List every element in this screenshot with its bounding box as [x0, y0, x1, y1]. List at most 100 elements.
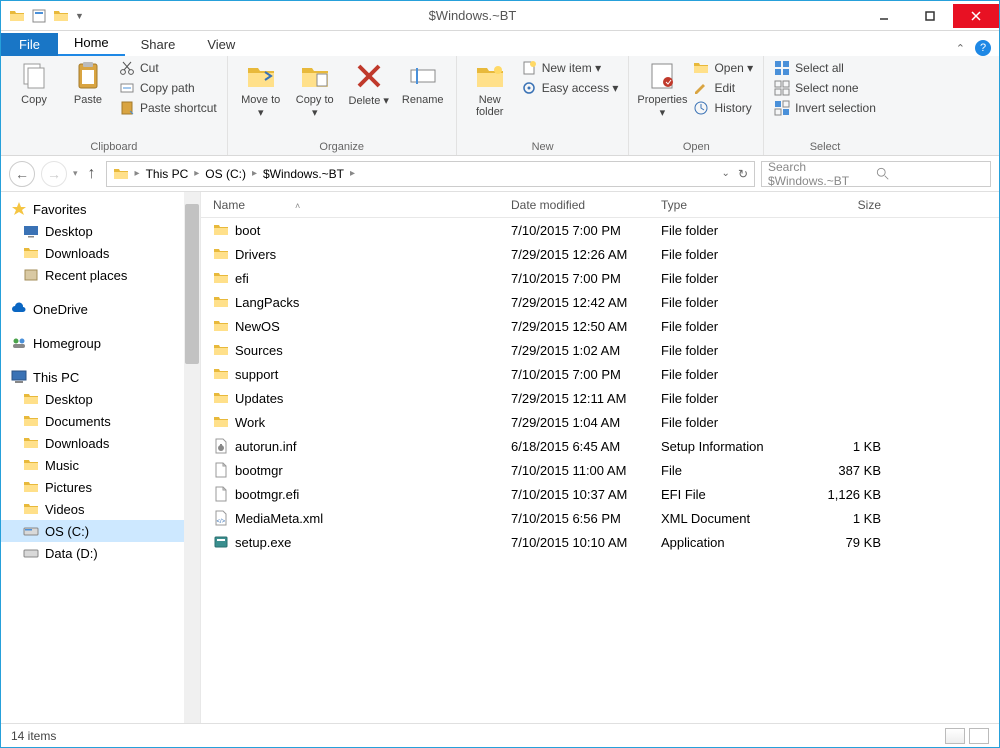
exe-icon — [213, 534, 229, 550]
cut-button[interactable]: Cut — [119, 60, 217, 76]
search-placeholder: Search $Windows.~BT — [768, 160, 876, 188]
nav-this-pc-documents[interactable]: Documents — [1, 410, 200, 432]
file-date: 7/29/2015 1:02 AM — [511, 343, 661, 358]
copy-to-button[interactable]: Copy to ▾ — [292, 60, 338, 119]
paste-shortcut-button[interactable]: Paste shortcut — [119, 100, 217, 116]
properties-label: Properties ▾ — [637, 94, 687, 119]
nav-homegroup[interactable]: Homegroup — [1, 332, 200, 354]
new-item-button[interactable]: New item ▾ — [521, 60, 619, 76]
file-name: autorun.inf — [235, 439, 296, 454]
move-to-button[interactable]: Move to ▾ — [238, 60, 284, 119]
column-header-name[interactable]: Name˄ — [201, 198, 511, 212]
new-folder-qat-icon[interactable] — [53, 8, 69, 24]
edit-button[interactable]: Edit — [693, 80, 753, 96]
nav-this-pc-pictures[interactable]: Pictures — [1, 476, 200, 498]
file-date: 7/10/2015 6:56 PM — [511, 511, 661, 526]
column-header-size[interactable]: Size — [811, 198, 901, 212]
minimize-button[interactable] — [861, 4, 907, 28]
column-header-date[interactable]: Date modified — [511, 198, 661, 212]
address-dropdown-icon[interactable]: ⌄ — [722, 168, 730, 179]
item-count: 14 items — [11, 729, 56, 743]
copy-button[interactable]: Copy — [11, 60, 57, 106]
back-button[interactable]: ← — [9, 161, 35, 187]
forward-button[interactable]: → — [41, 161, 67, 187]
file-size: 1 KB — [811, 511, 901, 526]
file-row[interactable]: Sources7/29/2015 1:02 AMFile folder — [201, 338, 999, 362]
select-none-icon — [774, 80, 790, 96]
open-icon — [693, 60, 709, 76]
history-button[interactable]: History — [693, 100, 753, 116]
nav-this-pc-music[interactable]: Music — [1, 454, 200, 476]
file-row[interactable]: setup.exe7/10/2015 10:10 AMApplication79… — [201, 530, 999, 554]
folder-icon — [23, 457, 39, 473]
column-header-type[interactable]: Type — [661, 198, 811, 212]
file-row[interactable]: Work7/29/2015 1:04 AMFile folder — [201, 410, 999, 434]
nav-this-pc-os-c[interactable]: OS (C:) — [1, 520, 200, 542]
file-row[interactable]: NewOS7/29/2015 12:50 AMFile folder — [201, 314, 999, 338]
ribbon-group-select: Select all Select none Invert selection … — [764, 56, 886, 155]
help-icon[interactable]: ? — [975, 40, 991, 56]
file-row[interactable]: LangPacks7/29/2015 12:42 AMFile folder — [201, 290, 999, 314]
details-view-button[interactable] — [945, 728, 965, 744]
recent-locations-dropdown[interactable]: ▾ — [73, 168, 78, 179]
file-row[interactable]: support7/10/2015 7:00 PMFile folder — [201, 362, 999, 386]
folder-icon — [23, 391, 39, 407]
nav-this-pc-videos[interactable]: Videos — [1, 498, 200, 520]
nav-this-pc-desktop[interactable]: Desktop — [1, 388, 200, 410]
file-date: 7/10/2015 7:00 PM — [511, 271, 661, 286]
refresh-icon[interactable]: ↻ — [738, 167, 748, 181]
paste-button[interactable]: Paste — [65, 60, 111, 106]
file-type: File folder — [661, 247, 811, 262]
invert-selection-button[interactable]: Invert selection — [774, 100, 876, 116]
select-none-button[interactable]: Select none — [774, 80, 876, 96]
nav-pane-scrollbar[interactable] — [184, 192, 200, 723]
breadcrumb-item[interactable]: $Windows.~BT — [263, 167, 344, 181]
select-all-button[interactable]: Select all — [774, 60, 876, 76]
open-button[interactable]: Open ▾ — [693, 60, 753, 76]
nav-this-pc-downloads[interactable]: Downloads — [1, 432, 200, 454]
close-button[interactable] — [953, 4, 999, 28]
copy-path-button[interactable]: Copy path — [119, 80, 217, 96]
new-folder-button[interactable]: New folder — [467, 60, 513, 118]
file-row[interactable]: boot7/10/2015 7:00 PMFile folder — [201, 218, 999, 242]
file-type: File folder — [661, 223, 811, 238]
nav-this-pc-data-d[interactable]: Data (D:) — [1, 542, 200, 564]
file-row[interactable]: </>MediaMeta.xml7/10/2015 6:56 PMXML Doc… — [201, 506, 999, 530]
properties-qat-icon[interactable] — [31, 8, 47, 24]
file-row[interactable]: efi7/10/2015 7:00 PMFile folder — [201, 266, 999, 290]
file-icon — [213, 462, 229, 478]
file-row[interactable]: Drivers7/29/2015 12:26 AMFile folder — [201, 242, 999, 266]
nav-recent-places[interactable]: Recent places — [1, 264, 200, 286]
maximize-button[interactable] — [907, 4, 953, 28]
tab-share[interactable]: Share — [125, 33, 192, 56]
file-row[interactable]: bootmgr.efi7/10/2015 10:37 AMEFI File1,1… — [201, 482, 999, 506]
rename-button[interactable]: Rename — [400, 60, 446, 106]
breadcrumb-item[interactable]: This PC — [146, 167, 189, 181]
folder-icon — [9, 8, 25, 24]
file-row[interactable]: autorun.inf6/18/2015 6:45 AMSetup Inform… — [201, 434, 999, 458]
easy-access-button[interactable]: Easy access ▾ — [521, 80, 619, 96]
delete-button[interactable]: Delete ▾ — [346, 60, 392, 107]
search-box[interactable]: Search $Windows.~BT — [761, 161, 991, 187]
file-type: EFI File — [661, 487, 811, 502]
large-icons-view-button[interactable] — [969, 728, 989, 744]
tab-file[interactable]: File — [1, 33, 58, 56]
tab-view[interactable]: View — [191, 33, 251, 56]
minimize-ribbon-icon[interactable]: ⌃ — [956, 42, 965, 55]
properties-button[interactable]: Properties ▾ — [639, 60, 685, 119]
nav-onedrive[interactable]: OneDrive — [1, 298, 200, 320]
address-bar[interactable]: ▸ This PC▸ OS (C:)▸ $Windows.~BT▸ ⌄ ↻ — [106, 161, 755, 187]
file-row[interactable]: Updates7/29/2015 12:11 AMFile folder — [201, 386, 999, 410]
folder-icon — [23, 501, 39, 517]
up-button[interactable]: ↑ — [84, 165, 100, 183]
nav-favorites[interactable]: Favorites — [1, 198, 200, 220]
nav-this-pc[interactable]: This PC — [1, 366, 200, 388]
qat-dropdown-icon[interactable]: ▼ — [75, 11, 84, 21]
view-switcher — [945, 728, 989, 744]
breadcrumb-item[interactable]: OS (C:) — [205, 167, 246, 181]
nav-desktop[interactable]: Desktop — [1, 220, 200, 242]
invert-selection-icon — [774, 100, 790, 116]
tab-home[interactable]: Home — [58, 31, 125, 56]
file-row[interactable]: bootmgr7/10/2015 11:00 AMFile387 KB — [201, 458, 999, 482]
nav-downloads[interactable]: Downloads — [1, 242, 200, 264]
